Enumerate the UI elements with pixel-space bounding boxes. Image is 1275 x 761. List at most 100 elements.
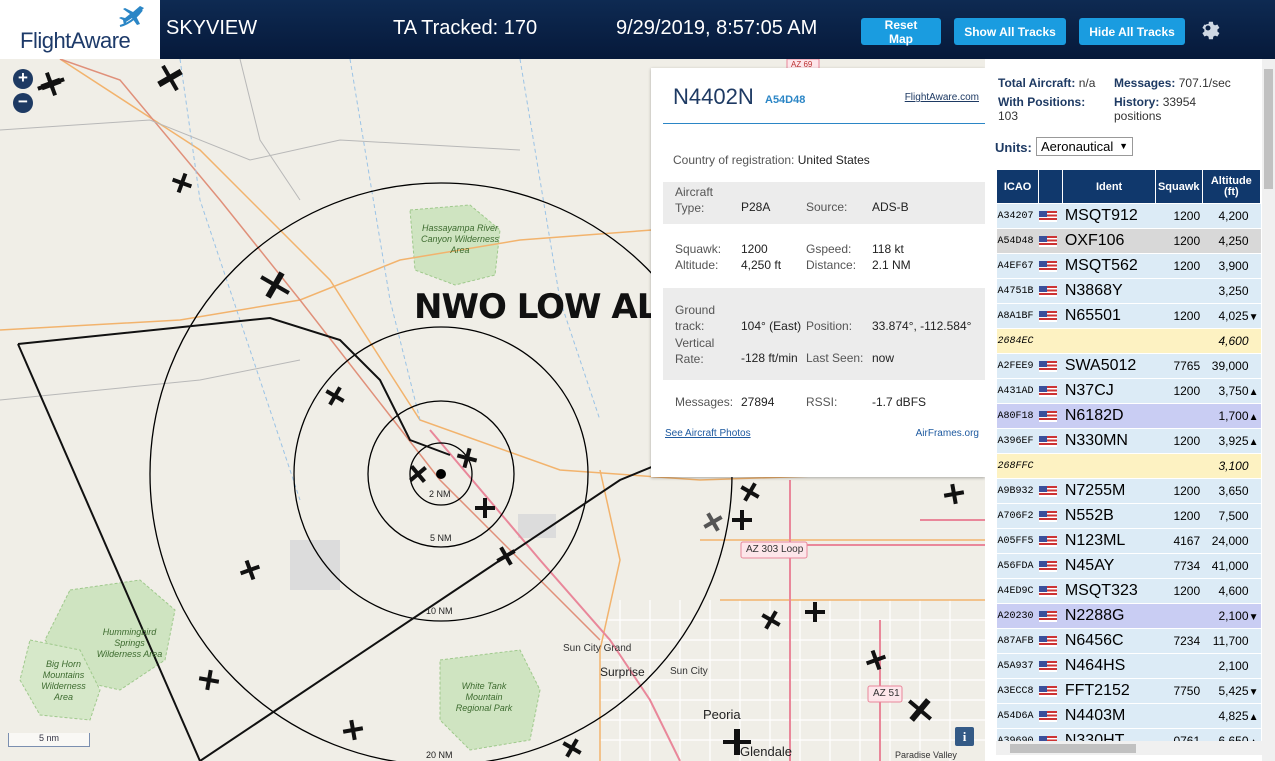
trend-icon: ▲ (1248, 387, 1259, 398)
us-flag-icon (1038, 211, 1057, 223)
cell-icao: A4EF67 (996, 253, 1039, 279)
cell-ident: MSQT912 (1062, 203, 1156, 229)
messages-rate: Messages: 707.1/sec (1114, 76, 1231, 90)
table-row[interactable]: 268FFC 3,100 (996, 453, 1261, 479)
zoom-out-button[interactable]: − (13, 93, 33, 113)
us-flag-icon (1038, 511, 1057, 523)
flightaware-link[interactable]: FlightAware.com (905, 92, 979, 103)
table-row[interactable]: A4EF67 MSQT562 1200 3,900 (996, 253, 1261, 279)
table-row[interactable]: A56FDA N45AY 7734 41,000 (996, 553, 1261, 579)
cell-icao: A4751B (996, 278, 1039, 304)
us-flag-icon (1038, 486, 1057, 498)
overlay-label: NWO LOW ALT (414, 287, 675, 327)
cell-flag (1038, 203, 1063, 229)
table-row[interactable]: A3ECC8 FFT2152 7750 5,425▼ (996, 678, 1261, 704)
zoom-in-button[interactable]: + (13, 69, 33, 89)
airframes-link[interactable]: AirFrames.org (916, 428, 979, 439)
altitude-value: 3,900 (1218, 259, 1249, 273)
table-row[interactable]: 2684EC 4,600 (996, 328, 1261, 354)
table-row[interactable]: A4751B N3868Y 3,250 (996, 278, 1261, 304)
cell-altitude: 4,825▲ (1202, 703, 1261, 729)
altitude-value: 3,100 (1218, 459, 1249, 473)
trend-icon: ▲ (1248, 412, 1259, 423)
cell-icao: A396EF (996, 428, 1039, 454)
cell-flag (1038, 703, 1063, 729)
cell-ident (1062, 453, 1156, 479)
altitude-value: 3,650 (1218, 484, 1249, 498)
cell-squawk: 1200 (1155, 253, 1203, 279)
cell-ident: N2288G (1062, 603, 1156, 629)
road-shield: AZ 51 (873, 688, 900, 699)
place-label: White Tank Mountain Regional Park (455, 681, 513, 713)
cell-icao: A20230 (996, 603, 1039, 629)
cell-ident: N7255M (1062, 478, 1156, 504)
cell-squawk: 1200 (1155, 428, 1203, 454)
vertical-scrollbar[interactable] (1262, 59, 1275, 761)
place-label: Paradise Valley (895, 750, 957, 760)
cell-flag (1038, 578, 1063, 604)
cell-ident: SWA5012 (1062, 353, 1156, 379)
table-row[interactable]: A431AD N37CJ 1200 3,750▲ (996, 378, 1261, 404)
table-row[interactable]: A8A1BF N65501 1200 4,025▼ (996, 303, 1261, 329)
cell-altitude: 24,000 (1202, 528, 1261, 554)
us-flag-icon (1038, 311, 1057, 323)
us-flag-icon (1038, 286, 1057, 298)
table-row[interactable]: A2FEE9 SWA5012 7765 39,000 (996, 353, 1261, 379)
cell-flag (1038, 653, 1063, 679)
hide-all-tracks-button[interactable]: Hide All Tracks (1079, 18, 1185, 45)
gear-icon[interactable] (1196, 16, 1220, 40)
table-row[interactable]: A05FF5 N123ML 4167 24,000 (996, 528, 1261, 554)
aircraft-photos-link[interactable]: See Aircraft Photos (665, 428, 751, 439)
cell-flag (1038, 253, 1063, 279)
table-row[interactable]: A5A937 N464HS 2,100 (996, 653, 1261, 679)
cell-ident: MSQT562 (1062, 253, 1156, 279)
col-altitude[interactable]: Altitude (ft) (1201, 169, 1262, 204)
table-row[interactable]: A20230 N2288G 2,100▼ (996, 603, 1261, 629)
cell-icao: A34207 (996, 203, 1039, 229)
col-icao[interactable]: ICAO (995, 169, 1040, 204)
table-row[interactable]: A54D48 OXF106 1200 4,250 (996, 228, 1261, 254)
table-row[interactable]: A54D6A N4403M 4,825▲ (996, 703, 1261, 729)
history: History: 33954 positions (1114, 95, 1197, 123)
cell-altitude: 5,425▼ (1202, 678, 1261, 704)
cell-icao: A05FF5 (996, 528, 1039, 554)
info-button[interactable]: i (955, 727, 974, 746)
cell-icao: A9B932 (996, 478, 1039, 504)
altitude-value: 4,600 (1218, 334, 1249, 348)
table-row[interactable]: A4ED9C MSQT323 1200 4,600 (996, 578, 1261, 604)
table-row[interactable]: A9B932 N7255M 1200 3,650 (996, 478, 1261, 504)
table-row[interactable]: A396EF N330MN 1200 3,925▲ (996, 428, 1261, 454)
scroll-thumb[interactable] (1010, 744, 1136, 753)
cell-altitude: 3,750▲ (1202, 378, 1261, 404)
us-flag-icon (1038, 411, 1057, 423)
altitude-value: 24,000 (1211, 534, 1249, 548)
table-row[interactable]: A80F18 N6182D 1,700▲ (996, 403, 1261, 429)
col-squawk[interactable]: Squawk (1154, 169, 1203, 204)
horizontal-scrollbar[interactable] (996, 741, 1262, 755)
place-label: Surprise (600, 665, 645, 679)
altitude-value: 2,100 (1218, 659, 1249, 673)
cell-icao: A54D6A (996, 703, 1039, 729)
cell-ident: N552B (1062, 503, 1156, 529)
show-all-tracks-button[interactable]: Show All Tracks (954, 18, 1066, 45)
flightaware-logo[interactable]: FlightAware (0, 0, 160, 59)
total-aircraft: Total Aircraft: n/a (998, 76, 1096, 90)
col-flag[interactable] (1038, 169, 1064, 204)
table-row[interactable]: A34207 MSQT912 1200 4,200 (996, 203, 1261, 229)
altitude-value: 4,600 (1218, 584, 1249, 598)
cell-squawk: 1200 (1155, 478, 1203, 504)
scroll-thumb[interactable] (1264, 69, 1273, 189)
ring-label-5nm: 5 NM (430, 533, 452, 543)
cell-altitude: 2,100▼ (1202, 603, 1261, 629)
table-row[interactable]: A87AFB N6456C 7234 11,700 (996, 628, 1261, 654)
trend-icon: ▲ (1248, 712, 1259, 723)
table-row[interactable]: A706F2 N552B 1200 7,500 (996, 503, 1261, 529)
col-ident[interactable]: Ident (1062, 169, 1156, 204)
reset-map-button[interactable]: Reset Map (861, 18, 941, 46)
units-select[interactable]: Aeronautical ▼ (1036, 137, 1133, 156)
popup-divider (663, 123, 985, 124)
cell-squawk: 1200 (1155, 303, 1203, 329)
altitude-value: 4,250 (1218, 234, 1249, 248)
popup-registration: N4402N (673, 84, 754, 109)
cell-squawk: 1200 (1155, 228, 1203, 254)
